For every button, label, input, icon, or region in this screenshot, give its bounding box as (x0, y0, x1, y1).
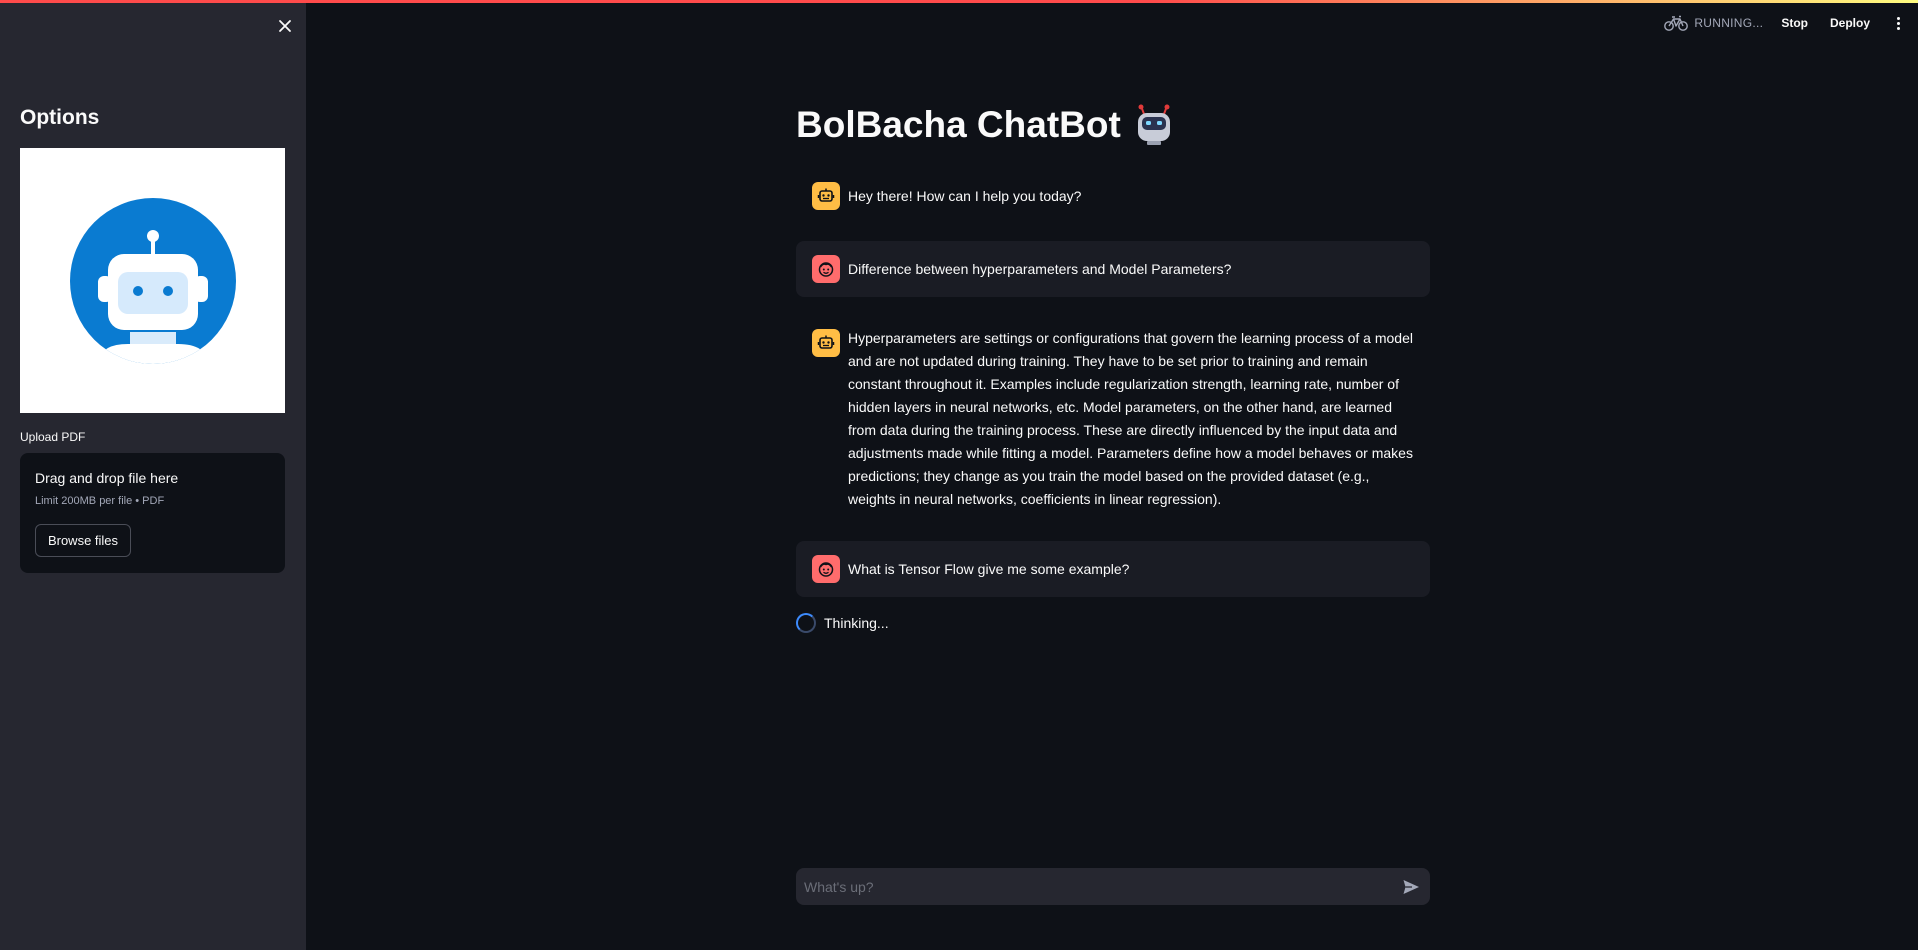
upload-pdf-label: Upload PDF (20, 430, 86, 444)
message-text: Hyperparameters are settings or configur… (848, 330, 1413, 507)
kebab-dot (1896, 21, 1900, 25)
browse-files-button[interactable]: Browse files (35, 524, 131, 557)
chat-message-user: Difference between hyperparameters and M… (796, 241, 1430, 297)
bot-face-icon (817, 335, 835, 349)
stop-button[interactable]: Stop (1781, 16, 1808, 30)
running-status: RUNNING... (1664, 14, 1763, 32)
chatbot-logo-image (20, 148, 285, 413)
chat-message-assistant: Hey there! How can I help you today? (796, 182, 1430, 210)
send-icon (1403, 880, 1419, 894)
dropzone-limit: Limit 200MB per file • PDF (35, 495, 165, 507)
message-text: What is Tensor Flow give me some example… (848, 561, 1130, 577)
user-avatar (812, 555, 840, 583)
main-menu-button[interactable] (1892, 13, 1904, 33)
header-toolbar: RUNNING... Stop Deploy (1664, 12, 1904, 34)
robot-emoji-icon (1137, 104, 1170, 145)
bot-face-icon (817, 188, 835, 202)
kebab-dot (1896, 16, 1900, 20)
user-face-icon (818, 562, 834, 577)
page-title: BolBacha ChatBot (796, 104, 1175, 146)
message-text: Difference between hyperparameters and M… (848, 261, 1232, 277)
chat-message-user: What is Tensor Flow give me some example… (796, 541, 1430, 597)
send-button[interactable] (1400, 876, 1422, 898)
user-face-icon (818, 262, 834, 277)
thinking-text: Thinking... (824, 615, 889, 631)
chat-input-box (796, 868, 1430, 905)
deploy-button[interactable]: Deploy (1830, 16, 1870, 30)
top-decoration-bar (0, 0, 1918, 3)
status-text: RUNNING... (1694, 16, 1764, 30)
spinner-icon (796, 613, 816, 633)
bicycle-icon (1664, 15, 1689, 31)
chat-message-assistant: Hyperparameters are settings or configur… (796, 327, 1430, 511)
chat-input[interactable] (804, 868, 1384, 905)
assistant-avatar (812, 182, 840, 210)
close-sidebar-button[interactable] (273, 14, 297, 38)
kebab-dot (1896, 26, 1900, 30)
close-icon (279, 20, 291, 32)
robot-logo-icon (69, 197, 236, 364)
dropzone-title: Drag and drop file here (35, 470, 179, 486)
assistant-avatar (812, 329, 840, 357)
sidebar: Options Upload PDF Drag and drop file he… (0, 0, 306, 950)
thinking-indicator: Thinking... (796, 613, 889, 633)
user-avatar (812, 255, 840, 283)
file-dropzone[interactable]: Drag and drop file here Limit 200MB per … (20, 453, 285, 573)
page-title-text: BolBacha ChatBot (796, 104, 1121, 145)
sidebar-title: Options (20, 106, 100, 129)
message-text: Hey there! How can I help you today? (848, 188, 1082, 204)
